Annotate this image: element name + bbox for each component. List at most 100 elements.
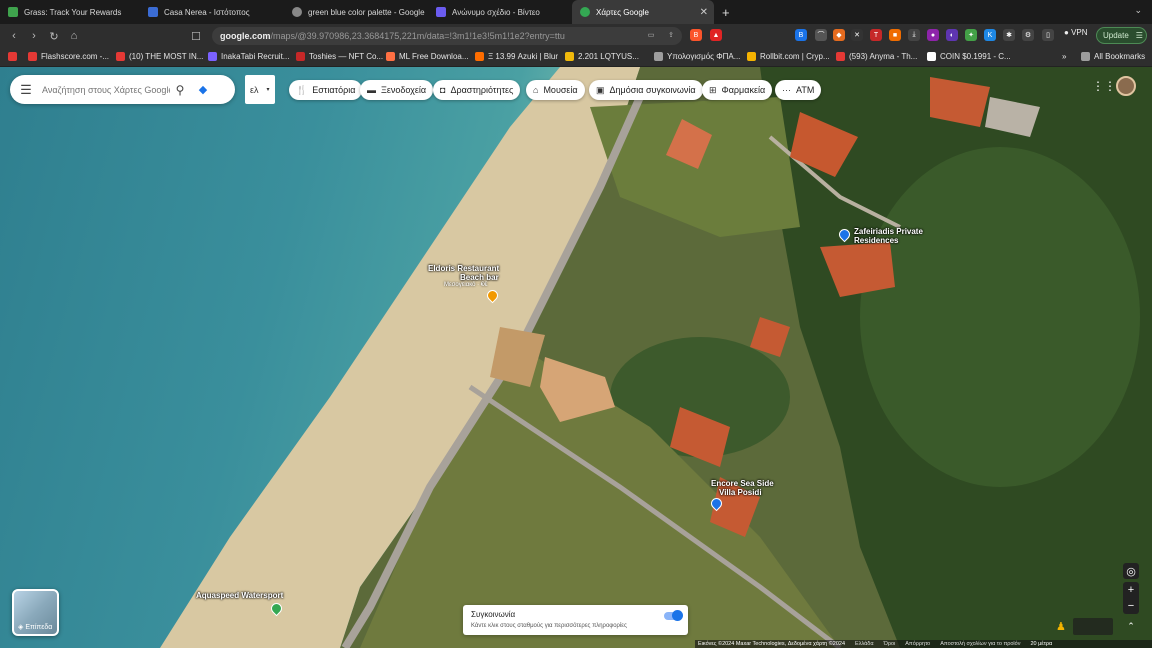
- terms-link[interactable]: Όροι: [884, 641, 896, 647]
- extension-green-icon[interactable]: ✦: [965, 29, 977, 41]
- extension-blue-icon[interactable]: B: [795, 29, 807, 41]
- settings-icon[interactable]: ⚙: [1022, 29, 1034, 41]
- chip-hotels[interactable]: ▬ Ξενοδοχεία: [360, 80, 434, 100]
- bookmark-anyma[interactable]: (593) Anyma - Th...: [836, 52, 917, 61]
- transit-icon: ▣: [596, 84, 605, 95]
- casa-nerea-favicon-icon: [148, 7, 158, 17]
- bookmark-page-icon[interactable]: ☐: [186, 30, 206, 43]
- chip-atm[interactable]: ··· ATM: [775, 80, 822, 100]
- bookmark-coin[interactable]: COIN $0.1991 - C...: [927, 52, 1011, 61]
- chip-label: Δραστηριότητες: [450, 85, 514, 95]
- tab-casa-nerea[interactable]: Casa Nerea - Ιστότοπος: [140, 0, 284, 24]
- chip-restaurants[interactable]: 🍴 Εστιατόρια: [289, 80, 363, 100]
- update-button[interactable]: Update ☰: [1096, 27, 1147, 44]
- vpn-label: VPN: [1071, 28, 1088, 37]
- account-avatar[interactable]: [1116, 76, 1136, 96]
- zoom-in-button[interactable]: +: [1123, 582, 1139, 598]
- transit-toggle[interactable]: [664, 610, 683, 621]
- my-location-icon[interactable]: ◎: [1123, 563, 1139, 579]
- bookmarks-overflow-icon[interactable]: »: [1062, 52, 1066, 61]
- youtube-icon: [8, 52, 17, 61]
- street-view-pegman-icon[interactable]: ♟: [1056, 620, 1068, 635]
- bookmark-rollbit[interactable]: Rollbit.com | Cryp...: [747, 52, 830, 61]
- bookmark-label: Υπολογισμός ΦΠΑ...: [667, 52, 741, 61]
- url-host: google.com: [220, 31, 271, 41]
- bookmark-ml-free[interactable]: ML Free Downloa...: [386, 52, 469, 61]
- share-icon[interactable]: ⇪: [665, 29, 677, 41]
- feedback-link[interactable]: Αποστολή σχολίων για το προϊόν: [940, 641, 1020, 647]
- extension-purple-icon[interactable]: ●: [927, 29, 939, 41]
- update-label: Update: [1103, 31, 1129, 40]
- close-tab-icon[interactable]: ✕: [700, 7, 708, 18]
- bookmark-fpa[interactable]: Υπολογισμός ΦΠΑ...: [654, 52, 740, 61]
- tab-google-maps[interactable]: Χάρτες Google ✕: [572, 0, 714, 24]
- bookmark-toshies[interactable]: Toshies — NFT Co...: [296, 52, 383, 61]
- reload-icon[interactable]: ↻: [44, 30, 64, 43]
- bookmark-inakatabi[interactable]: InakaTabi Recruit...: [208, 52, 289, 61]
- extension-x-icon[interactable]: ✕: [851, 29, 863, 41]
- place-label-encore-2[interactable]: Villa Posidi: [719, 488, 762, 497]
- new-tab-icon[interactable]: +: [722, 5, 730, 20]
- tab-grass[interactable]: Grass: Track Your Rewards: [0, 0, 140, 24]
- extension-k-icon[interactable]: K: [984, 29, 996, 41]
- grass-favicon-icon: [8, 7, 18, 17]
- download-icon[interactable]: ⤓: [908, 29, 920, 41]
- place-label-eldoris-2[interactable]: Beach bar: [460, 273, 499, 282]
- extension-fox-icon[interactable]: ◆: [833, 29, 845, 41]
- extension-orange-icon[interactable]: ■: [889, 29, 901, 41]
- menu-lines-icon: ☰: [1135, 31, 1143, 40]
- extension-violet-icon[interactable]: ◐: [946, 29, 958, 41]
- search-icon[interactable]: ⚲: [170, 83, 190, 97]
- brave-shield-icon[interactable]: B: [690, 29, 702, 41]
- tab-video[interactable]: Ανώνυμο σχέδιο - Βίντεο: [428, 0, 572, 24]
- chip-museums[interactable]: ⌂ Μουσεία: [526, 80, 585, 100]
- sidebar-icon[interactable]: ▯: [1042, 29, 1054, 41]
- brave-rewards-icon[interactable]: ▲: [710, 29, 722, 41]
- address-bar[interactable]: google.com/maps/@39.970986,23.3684175,22…: [212, 27, 682, 45]
- place-label-eldoris[interactable]: Eldoris Restaurant: [428, 264, 499, 273]
- chip-pharmacies[interactable]: ⊞ Φαρμακεία: [702, 80, 773, 100]
- zoom-out-button[interactable]: −: [1123, 598, 1139, 614]
- bookmark-most-in[interactable]: (10) THE MOST IN...: [116, 52, 203, 61]
- vpn-button[interactable]: ● VPN: [1064, 28, 1088, 37]
- back-icon[interactable]: ‹: [4, 30, 24, 42]
- google-apps-icon[interactable]: ⋮⋮: [1092, 79, 1116, 93]
- forward-icon[interactable]: ›: [24, 30, 44, 42]
- extensions-puzzle-icon[interactable]: ✱: [1003, 29, 1015, 41]
- chip-label: Εστιατόρια: [312, 85, 356, 95]
- directions-icon[interactable]: ◆: [190, 83, 216, 96]
- bookmark-lqty[interactable]: 2.201 LQTYUS...: [565, 52, 639, 61]
- imagery-type-toggle[interactable]: [1073, 618, 1113, 635]
- chip-transit[interactable]: ▣ Δημόσια συγκοινωνία: [589, 80, 703, 100]
- bookmark-label: (10) THE MOST IN...: [129, 52, 204, 61]
- place-label-zafeiriadis[interactable]: Zafeiriadis Private: [854, 227, 923, 236]
- transit-info-panel: Συγκοινωνία Κάντε κλικ στους σταθμούς γι…: [463, 605, 688, 635]
- expand-up-icon[interactable]: ⌃: [1123, 618, 1139, 634]
- url-path: /maps/@39.970986,23.3684175,221m/data=!3…: [270, 31, 565, 41]
- extension-tp-icon[interactable]: T: [870, 29, 882, 41]
- layers-button[interactable]: ◈ Επίπεδα: [12, 589, 59, 636]
- bookmark-azuki[interactable]: Ξ 13.99 Azuki | Blur: [475, 52, 558, 61]
- scale-bar[interactable]: 20 μέτρα: [1030, 641, 1052, 647]
- bookmark-label: Rollbit.com | Cryp...: [760, 52, 830, 61]
- tab-list-chevron-icon[interactable]: ⌄: [1134, 5, 1142, 16]
- browser-toolbar: ‹ › ↻ ⌂ ☐ google.com/maps/@39.970986,23.…: [0, 24, 1152, 48]
- place-label-aquaspeed[interactable]: Aquaspeed Watersport: [196, 591, 283, 600]
- privacy-link[interactable]: Απόρρητο: [905, 641, 930, 647]
- bookmark-youtube-icon[interactable]: [8, 52, 21, 61]
- hamburger-menu-icon[interactable]: ☰: [10, 82, 42, 98]
- home-icon[interactable]: ⌂: [64, 30, 84, 42]
- bookmark-flashscore[interactable]: Flashscore.com -...: [28, 52, 109, 61]
- search-input[interactable]: [42, 84, 170, 95]
- input-language-button[interactable]: ελ ▾: [245, 75, 275, 104]
- cast-icon[interactable]: ▭: [645, 29, 657, 41]
- place-label-zafeiriadis-2[interactable]: Residences: [854, 236, 898, 245]
- extension-arc-icon[interactable]: ⌒: [815, 29, 827, 41]
- satellite-map[interactable]: ☰ ⚲ ◆ ελ ▾ 🍴 Εστιατόρια ▬ Ξενοδοχεία ◘ Δραστ…: [0, 67, 1152, 648]
- country-link[interactable]: Ελλάδα: [855, 641, 874, 647]
- place-label-encore[interactable]: Encore Sea Side: [711, 479, 774, 488]
- all-bookmarks-button[interactable]: All Bookmarks: [1081, 52, 1145, 61]
- fork-knife-icon: 🍴: [296, 84, 308, 95]
- chip-activities[interactable]: ◘ Δραστηριότητες: [433, 80, 521, 100]
- tab-google-search[interactable]: green blue color palette - Google: [284, 0, 428, 24]
